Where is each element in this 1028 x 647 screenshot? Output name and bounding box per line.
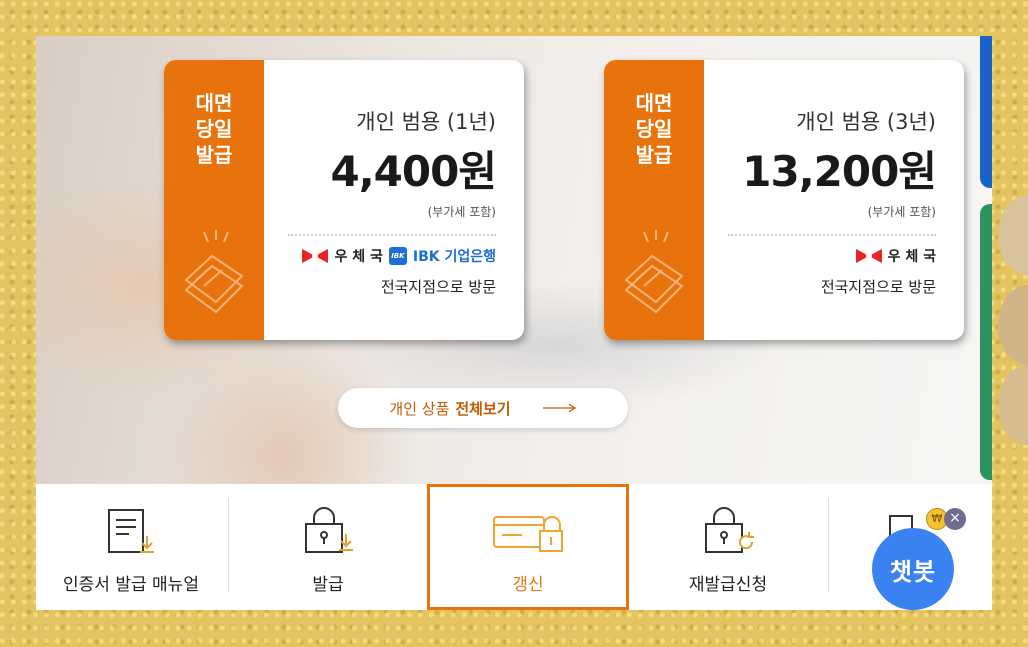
manual-download-icon xyxy=(108,509,154,553)
post-office-label: 우 체 국 xyxy=(334,249,383,265)
dotted-divider xyxy=(728,234,936,236)
product-name: 개인 범용 (3년) xyxy=(796,110,936,134)
menu-label: 재발급신청 xyxy=(688,575,768,595)
product-card-1year[interactable]: 대면 당일 발급 개인 범용 (1년) 4,400원 (부가세 포함) 우 체 … xyxy=(164,60,524,340)
hero-banner: 대면 당일 발급 개인 범용 (1년) 4,400원 (부가세 포함) 우 체 … xyxy=(36,36,992,484)
vat-note: (부가세 포함) xyxy=(427,205,496,219)
partner-logos: 우 체 국 xyxy=(855,246,936,266)
certificate-card-icon xyxy=(624,230,684,314)
price-info: 개인 범용 (3년) 13,200원 (부가세 포함) xyxy=(742,106,937,220)
menu-divider xyxy=(828,498,829,592)
post-office-logo-icon xyxy=(855,249,882,263)
arrow-right-icon xyxy=(542,403,576,413)
product-price: 4,400원 xyxy=(330,147,497,196)
dotted-divider xyxy=(288,234,496,236)
card-tag: 대면 당일 발급 xyxy=(164,60,264,340)
same-day-issue-tag: 대면 당일 발급 xyxy=(195,91,233,167)
vat-note: (부가세 포함) xyxy=(867,205,936,219)
menu-reissue[interactable]: 재발급신청 xyxy=(630,484,826,610)
main-frame: 대면 당일 발급 개인 범용 (1년) 4,400원 (부가세 포함) 우 체 … xyxy=(36,36,992,610)
lock-refresh-icon xyxy=(705,507,754,553)
decorative-coin-stack xyxy=(998,195,1028,445)
close-icon[interactable]: × xyxy=(944,508,966,530)
certificate-card-icon xyxy=(184,230,244,314)
menu-label: 갱신 xyxy=(512,575,544,595)
side-tab-blue[interactable] xyxy=(980,36,992,188)
menu-label: 인증서 발급 매뉴얼 xyxy=(63,575,199,595)
quick-menu: 인증서 발급 매뉴얼 발급 갱신 재발급신청 xyxy=(36,484,992,610)
view-all-prefix: 개인 상품 xyxy=(389,399,450,418)
card-lock-icon xyxy=(493,516,563,552)
product-name: 개인 범용 (1년) xyxy=(356,110,496,134)
visit-note: 전국지점으로 방문 xyxy=(820,278,936,296)
card-tag: 대면 당일 발급 xyxy=(604,60,704,340)
menu-label: 발급 xyxy=(312,575,344,595)
chatbot-button[interactable]: 챗봇 xyxy=(872,528,954,610)
partner-logos: 우 체 국 IBK IBK 기업은행 xyxy=(302,246,496,266)
product-price: 13,200원 xyxy=(742,147,937,196)
visit-note: 전국지점으로 방문 xyxy=(380,278,496,296)
post-office-logo-icon xyxy=(302,249,329,263)
ibk-label: IBK 기업은행 xyxy=(412,249,496,265)
menu-manual[interactable]: 인증서 발급 매뉴얼 xyxy=(36,484,226,610)
product-card-3year[interactable]: 대면 당일 발급 개인 범용 (3년) 13,200원 (부가세 포함) 우 체… xyxy=(604,60,964,340)
menu-divider xyxy=(228,498,229,592)
menu-renew[interactable]: 갱신 xyxy=(427,484,629,610)
view-all-products-button[interactable]: 개인 상품 전체보기 xyxy=(338,388,628,428)
menu-issue[interactable]: 발급 xyxy=(230,484,426,610)
price-info: 개인 범용 (1년) 4,400원 (부가세 포함) xyxy=(331,106,497,220)
side-tab-green[interactable] xyxy=(980,204,992,480)
lock-download-icon xyxy=(305,507,353,553)
same-day-issue-tag: 대면 당일 발급 xyxy=(635,91,673,167)
ibk-logo-icon: IBK xyxy=(388,247,407,265)
view-all-bold: 전체보기 xyxy=(455,399,511,418)
post-office-label: 우 체 국 xyxy=(887,249,936,265)
